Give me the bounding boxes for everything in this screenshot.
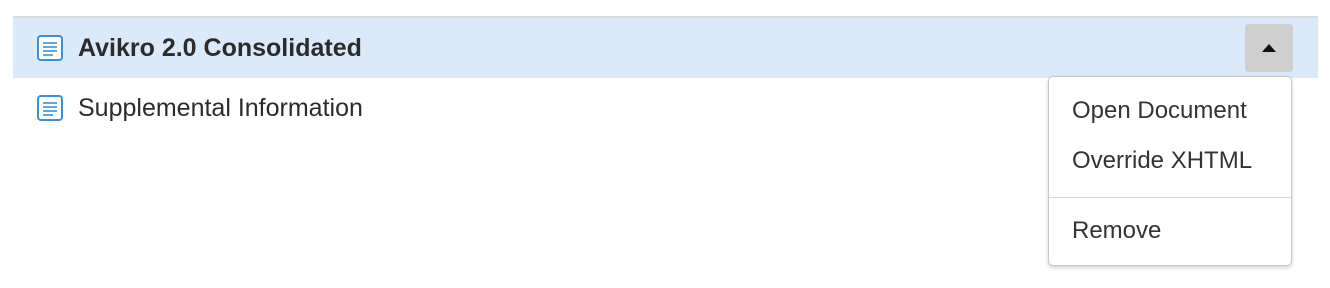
menu-item-open-document[interactable]: Open Document (1072, 97, 1247, 125)
menu-item-override-xhtml[interactable]: Override XHTML (1072, 147, 1252, 175)
document-list-panel: Avikro 2.0 Consolidated Supplemental Inf… (0, 0, 1330, 288)
caret-up-icon (1262, 44, 1276, 52)
document-icon (37, 35, 63, 61)
document-label: Supplemental Information (78, 93, 363, 122)
actions-dropdown-menu: Open Document Override XHTML Remove (1048, 76, 1292, 266)
actions-menu-toggle-button[interactable] (1245, 24, 1293, 72)
document-label: Avikro 2.0 Consolidated (78, 33, 362, 62)
document-icon (37, 95, 63, 121)
document-row-avikro[interactable]: Avikro 2.0 Consolidated (13, 18, 1318, 78)
menu-divider (1049, 197, 1291, 198)
menu-item-remove[interactable]: Remove (1072, 217, 1161, 245)
